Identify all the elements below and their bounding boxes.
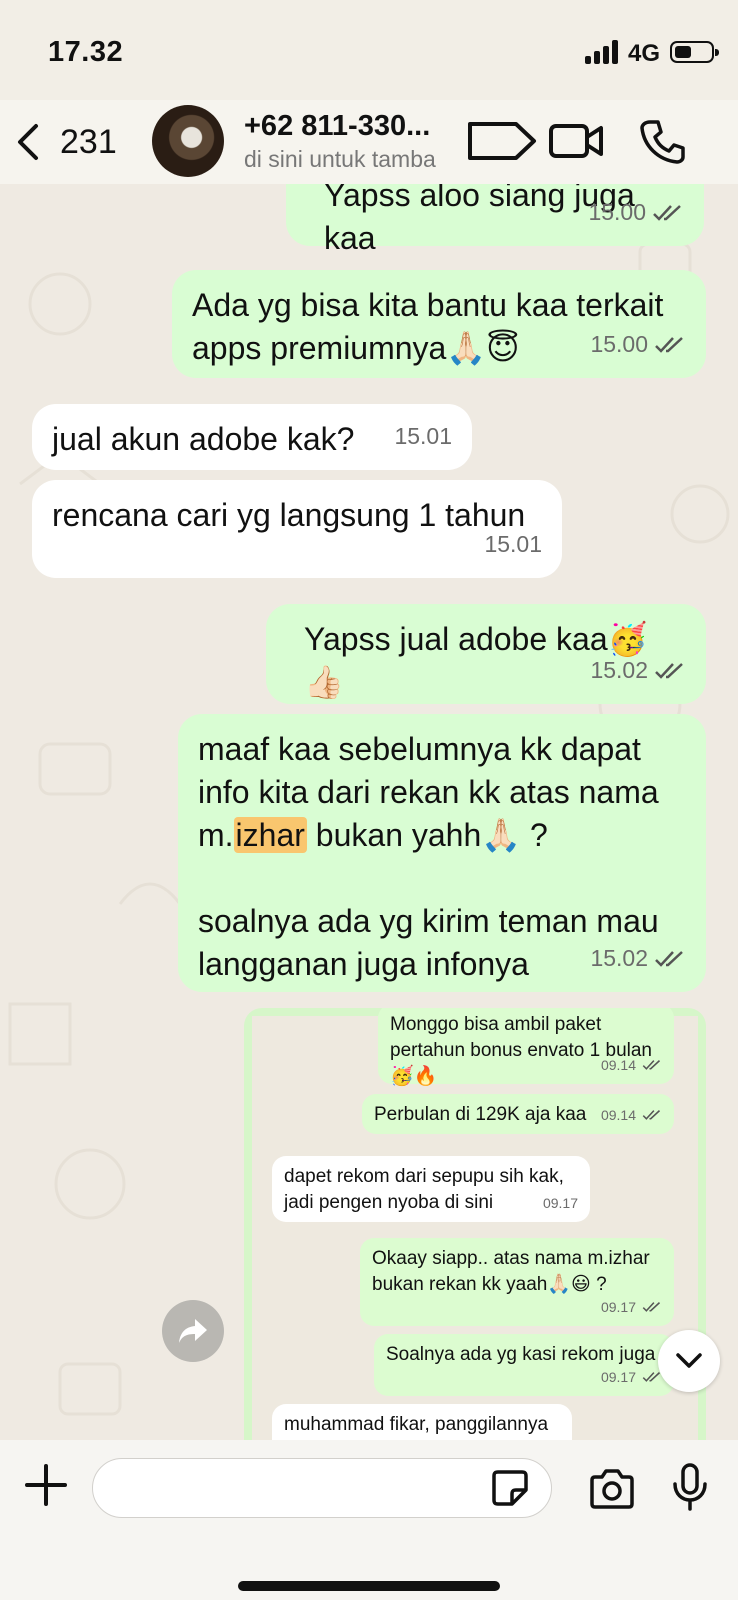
screenshot-text: dapet rekom dari sepupu sih kak, jadi pe… (284, 1166, 564, 1213)
search-highlight: izhar (233, 817, 307, 853)
video-call-icon[interactable] (548, 118, 604, 164)
message-meta: 15.00 (590, 323, 686, 366)
screenshot-bubble-outgoing: Okaay siapp.. atas nama m.izhar bukan re… (360, 1238, 674, 1326)
message-meta: 15.01 (394, 415, 452, 458)
status-time: 17.32 (48, 36, 124, 68)
screenshot-time: 09.17 (542, 1195, 578, 1211)
screenshot-time: 09.14 (600, 1107, 636, 1123)
message-text: bukan yahh🙏🏻 ? (306, 817, 548, 853)
message-text: rencana cari yg langsung 1 tahun (52, 497, 526, 533)
screenshot-content: Monggo bisa ambil paket pertahun bonus e… (252, 1008, 698, 1440)
message-bubble-outgoing[interactable]: Yapss aloo siang juga kaa 15.00 (286, 184, 704, 256)
screenshot-bubble-outgoing: Monggo bisa ambil paket pertahun bonus e… (378, 1008, 674, 1087)
message-meta: 15.01 (484, 523, 542, 566)
screenshot-meta: 09.17 (543, 1190, 578, 1216)
battery-icon (670, 41, 719, 63)
microphone-icon[interactable] (670, 1462, 710, 1512)
camera-icon[interactable] (588, 1468, 636, 1510)
network-label: 4G (628, 40, 661, 67)
screenshot-meta: 09.14 (601, 1102, 662, 1128)
phone-call-icon[interactable] (640, 118, 686, 164)
message-bubble-outgoing[interactable]: Yapss jual adobe kaa🥳👍🏻 15.02 (266, 604, 706, 704)
chevron-left-icon (18, 124, 38, 160)
screenshot-bubble-outgoing: Perbulan di 129K aja kaa 09.14 (362, 1094, 674, 1134)
screenshot-meta: 09.17 (601, 1294, 662, 1320)
message-input[interactable] (92, 1458, 552, 1518)
forward-arrow-icon (179, 1319, 207, 1343)
message-time: 15.00 (590, 331, 648, 357)
screenshot-time: 09.14 (600, 1057, 636, 1073)
message-meta: 15.00 (588, 191, 684, 234)
chevron-down-icon (676, 1353, 702, 1368)
read-ticks-icon (655, 950, 683, 967)
message-meta: 15.02 (590, 937, 686, 980)
message-line: info kita dari rekan kk atas nama (198, 774, 659, 810)
read-ticks-icon (642, 1372, 661, 1382)
screenshot-time: 09.17 (600, 1369, 636, 1385)
message-time: 15.01 (484, 531, 542, 557)
contact-name[interactable]: +62 811-330... (244, 110, 449, 143)
screenshot-meta: 09.14 (601, 1052, 662, 1078)
contact-subtitle[interactable]: di sini untuk tamba (244, 146, 449, 173)
message-composer (0, 1440, 738, 1600)
screenshot-text: Okaay siapp.. atas nama m.izhar bukan re… (372, 1248, 650, 1295)
message-bubble-incoming[interactable]: rencana cari yg langsung 1 tahun 15.01 (32, 480, 562, 578)
plus-icon[interactable] (25, 1464, 67, 1506)
message-bubble-incoming[interactable]: jual akun adobe kak? 15.01 (32, 404, 472, 470)
sticker-icon[interactable] (490, 1468, 530, 1508)
screenshot-meta: 09.17 (601, 1364, 662, 1390)
read-ticks-icon (642, 1110, 661, 1120)
signal-icon (585, 40, 621, 64)
home-indicator (238, 1581, 500, 1591)
read-ticks-icon (655, 662, 683, 679)
read-ticks-icon (655, 336, 683, 353)
message-line: maaf kaa sebelumnya kk dapat (198, 731, 641, 767)
status-bar: 17.32 4G (0, 0, 738, 100)
message-meta: 15.02 (590, 649, 686, 692)
message-time: 15.02 (590, 657, 648, 683)
message-line: m.izhar bukan yahh🙏🏻 ? (198, 814, 686, 857)
message-time: 15.02 (590, 945, 648, 971)
screenshot-text: Monggo bisa ambil paket pertahun bonus e… (390, 1014, 652, 1087)
message-time: 15.00 (588, 199, 646, 225)
label-tag-icon[interactable] (464, 118, 540, 164)
message-bubble-outgoing[interactable]: maaf kaa sebelumnya kk dapat info kita d… (178, 714, 706, 992)
read-ticks-icon (653, 204, 681, 221)
screenshot-bubble-incoming: dapet rekom dari sepupu sih kak, jadi pe… (272, 1156, 590, 1222)
screenshot-bubble-outgoing: Soalnya ada yg kasi rekom juga 09.17 (374, 1334, 674, 1396)
read-ticks-icon (642, 1060, 661, 1070)
message-text: jual akun adobe kak? (52, 421, 355, 457)
contact-avatar[interactable] (152, 105, 224, 177)
forwarded-screenshot-image[interactable]: Monggo bisa ambil paket pertahun bonus e… (244, 1008, 706, 1440)
screenshot-bubble-incoming: muhammad fikar, panggilannya (272, 1404, 572, 1440)
chat-header: 231 +62 811-330... di sini untuk tamba (0, 100, 738, 184)
back-button[interactable]: 231 (14, 120, 124, 164)
scroll-to-bottom-button[interactable] (658, 1330, 720, 1392)
message-time: 15.01 (394, 423, 452, 449)
unread-count: 231 (60, 122, 117, 161)
screenshot-time: 09.17 (600, 1299, 636, 1315)
message-text: m. (198, 817, 234, 853)
screenshot-text: muhammad fikar, panggilannya (284, 1414, 549, 1435)
read-ticks-icon (642, 1302, 661, 1312)
forward-button[interactable] (162, 1300, 224, 1362)
message-bubble-outgoing[interactable]: Ada yg bisa kita bantu kaa terkait apps … (172, 270, 706, 378)
